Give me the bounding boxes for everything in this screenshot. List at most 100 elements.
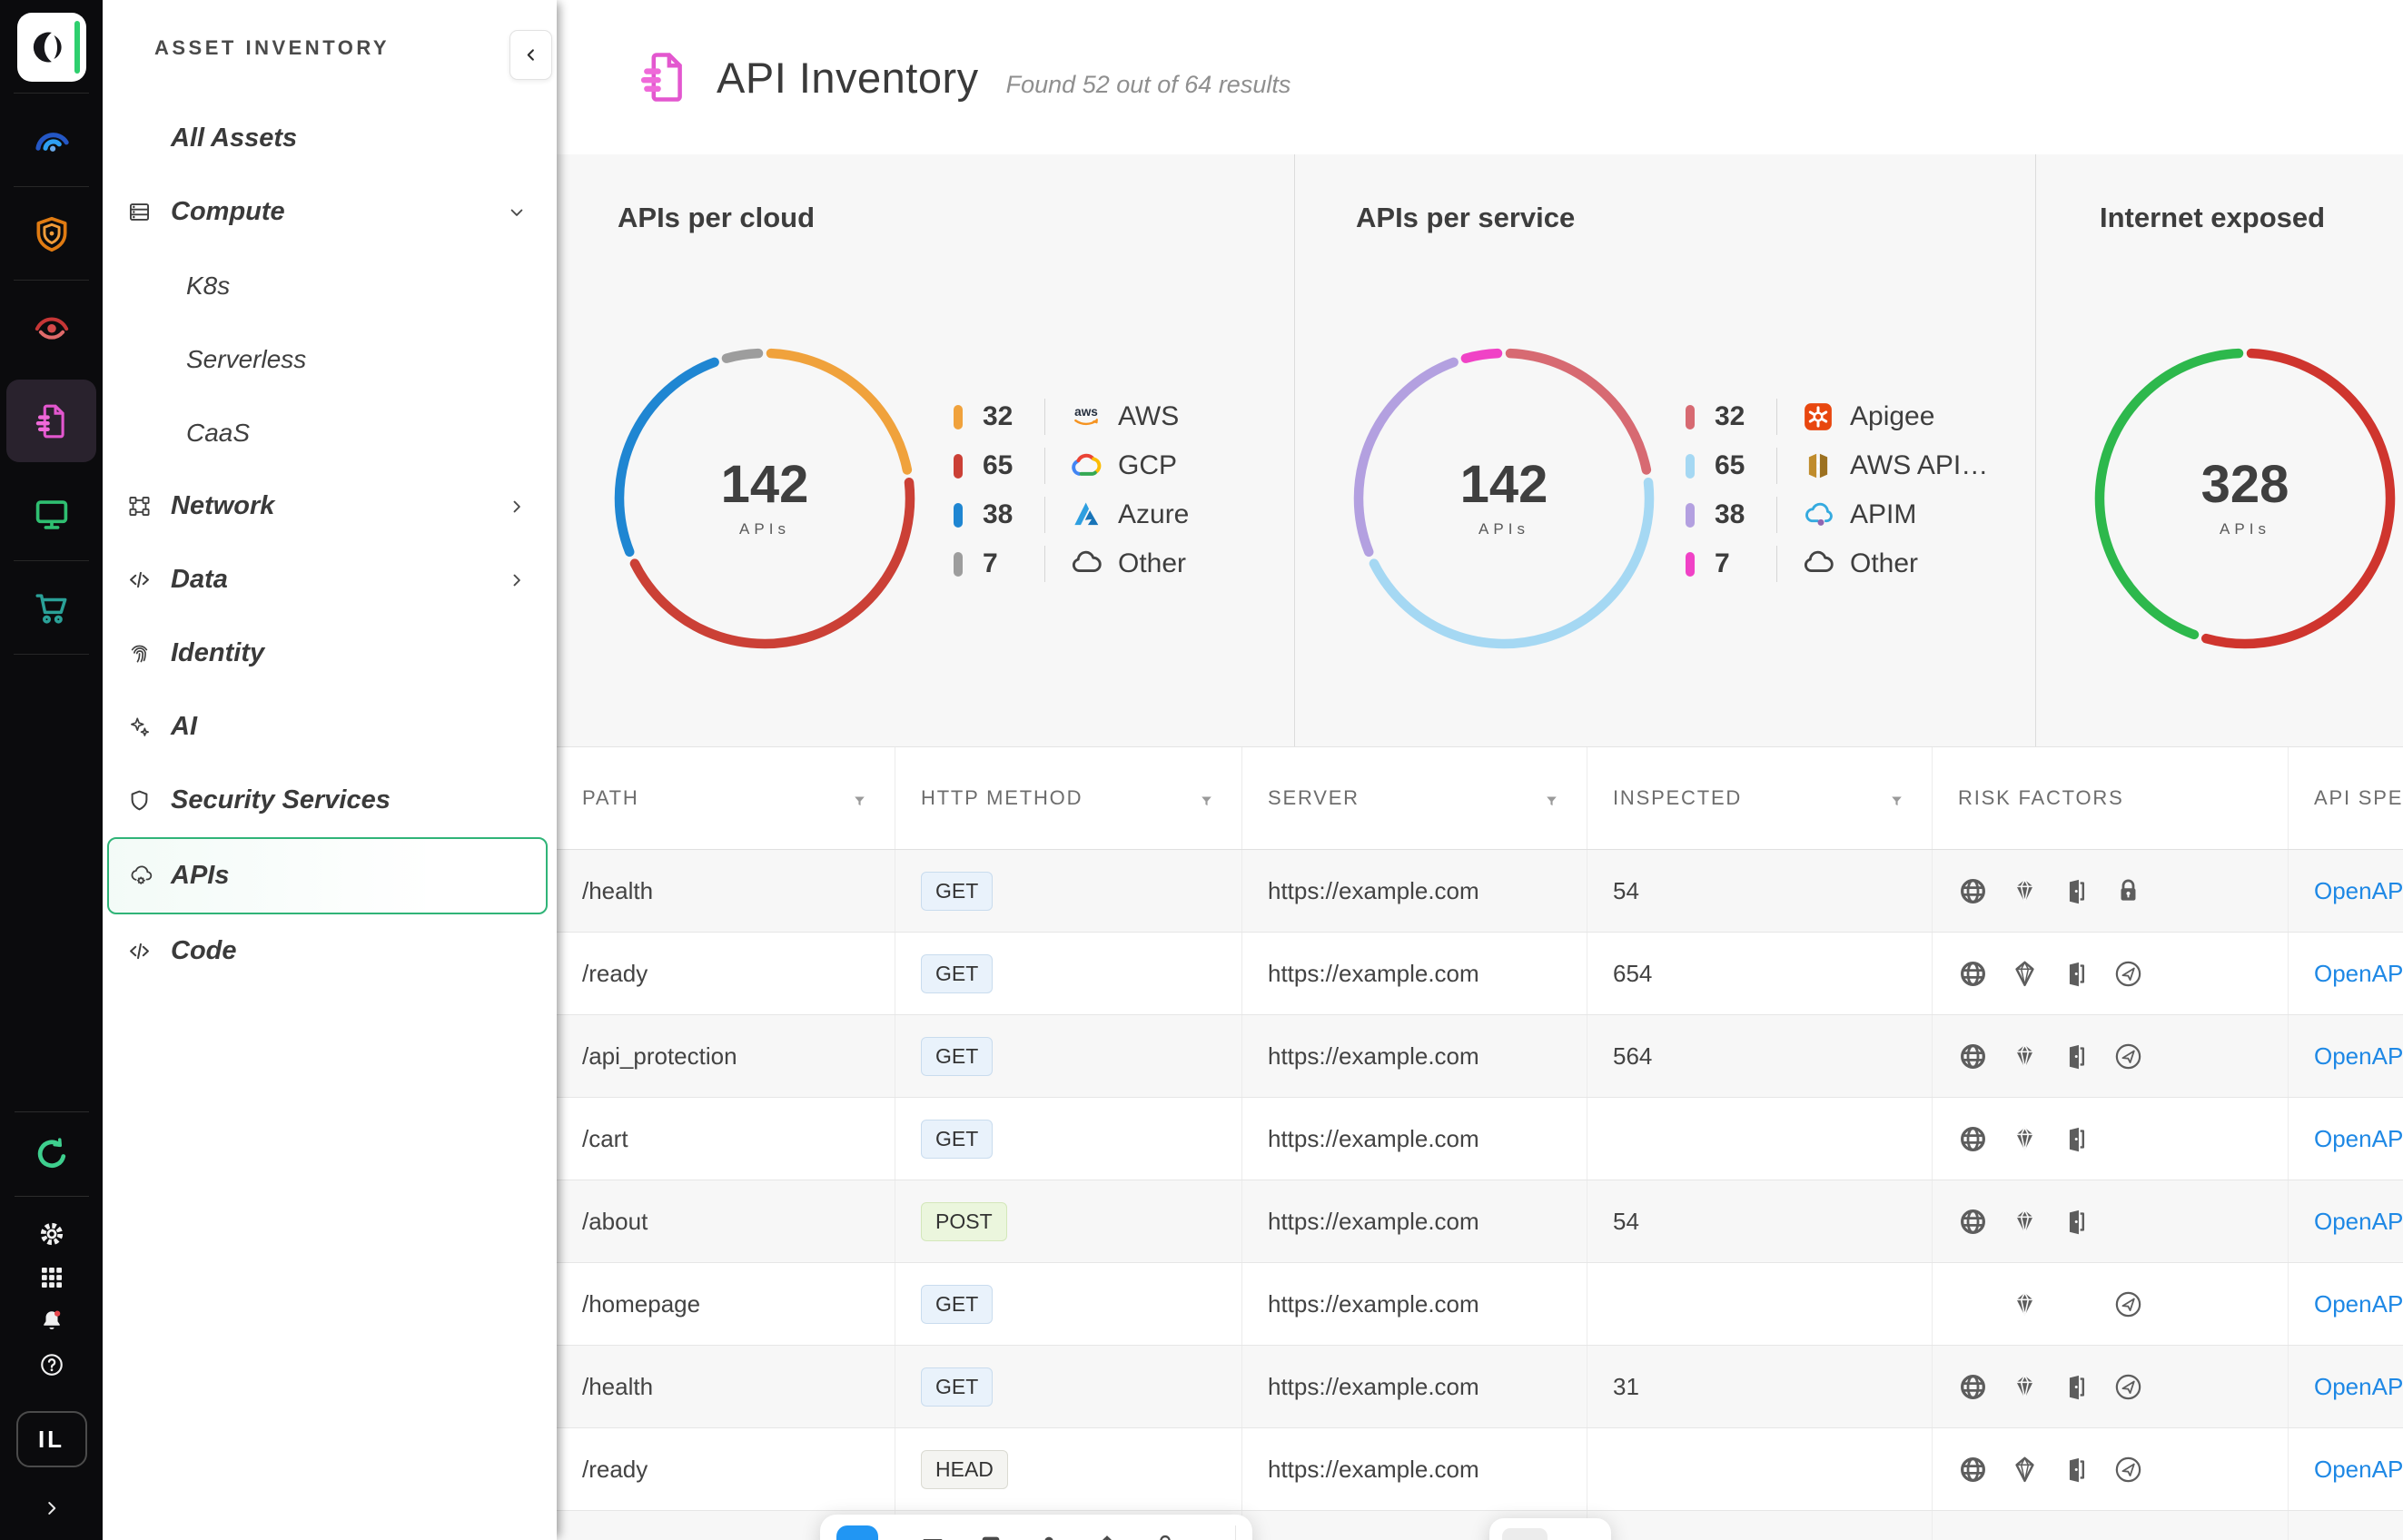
openapi-link[interactable]: OpenAPI — [2314, 1456, 2403, 1484]
sidebar-item-compute[interactable]: Compute — [103, 175, 557, 249]
gem-icon — [2010, 1207, 2040, 1237]
inspected-cell: 54 — [1613, 1208, 1639, 1236]
table-row[interactable]: /cart GET https://example.com OpenAPI — [557, 1098, 2403, 1180]
sparkle-icon — [127, 715, 171, 740]
gem-icon — [2010, 876, 2040, 906]
icon-gap — [1958, 1289, 1988, 1319]
server-cell: https://example.com — [1268, 1373, 1479, 1401]
sidebar-item-data[interactable]: Data — [103, 543, 557, 617]
risk-factors-cell — [1933, 1098, 2289, 1180]
user-avatar[interactable]: IL — [16, 1411, 87, 1467]
sidebar-item-apis[interactable]: APIs — [107, 837, 548, 914]
method-badge: GET — [921, 1285, 993, 1324]
chart-title: APIs per service — [1356, 202, 1575, 234]
icon-gap — [2062, 1289, 2092, 1319]
inspected-cell: 564 — [1613, 1042, 1652, 1071]
risk-factors-cell — [1933, 1428, 2289, 1510]
column-header-path[interactable]: PATH — [557, 747, 895, 849]
results-count: Found 52 out of 64 results — [1006, 71, 1291, 99]
filter-icon[interactable] — [852, 791, 867, 806]
code-icon — [127, 568, 171, 593]
sidebar-item-all-assets[interactable]: All Assets — [103, 102, 557, 175]
menu-icon[interactable] — [920, 1533, 945, 1540]
door-icon — [2062, 876, 2092, 906]
rail-item-sync[interactable] — [33, 1112, 71, 1196]
inspected-cell: 31 — [1613, 1373, 1639, 1401]
sidebar-item-ai[interactable]: AI — [103, 690, 557, 764]
help-icon[interactable] — [38, 1351, 65, 1378]
table-row[interactable]: /homepage GET https://example.com OpenAP… — [557, 1263, 2403, 1346]
door-icon — [2062, 1041, 2092, 1071]
person-icon[interactable] — [1036, 1533, 1062, 1540]
monitor-icon — [32, 495, 72, 535]
lock-icon[interactable] — [1152, 1533, 1178, 1540]
notifications-bell-icon[interactable] — [38, 1308, 65, 1335]
filter-icon[interactable] — [1544, 791, 1559, 806]
path-cell: /health — [582, 1373, 653, 1401]
cart-icon — [32, 588, 72, 628]
table-row[interactable]: /health GET https://example.com 31 OpenA… — [557, 1346, 2403, 1428]
orca-logo — [17, 13, 86, 82]
openapi-link[interactable]: OpenAPI — [2314, 1125, 2403, 1153]
legend-item: 32AWS — [954, 400, 1189, 434]
rail-item-posture[interactable] — [0, 94, 103, 187]
globe-icon — [1958, 1372, 1988, 1402]
plane-icon — [2113, 1289, 2143, 1319]
column-header-server[interactable]: SERVER — [1242, 747, 1587, 849]
sidebar-item-code[interactable]: Code — [103, 914, 557, 988]
rail-item-detection[interactable] — [0, 281, 103, 374]
risk-factors-cell — [1933, 850, 2289, 932]
globe-icon — [1958, 1041, 1988, 1071]
filter-icon[interactable] — [1199, 791, 1214, 806]
sidebar-item-serverless[interactable]: Serverless — [103, 322, 557, 396]
chevron-down-icon — [508, 203, 526, 222]
chart-title: APIs per cloud — [618, 202, 815, 234]
sidebar-item-identity[interactable]: Identity — [103, 617, 557, 690]
openapi-link[interactable]: OpenAPI — [2314, 1208, 2403, 1236]
azure-logo-icon — [1069, 498, 1103, 532]
openapi-link[interactable]: OpenAPI — [2314, 1290, 2403, 1318]
door-icon — [2062, 1124, 2092, 1154]
globe-icon — [1958, 1455, 1988, 1485]
table-row[interactable]: /about POST https://example.com 54 OpenA… — [557, 1180, 2403, 1263]
sidebar-item-k8s[interactable]: K8s — [103, 249, 557, 322]
shield-icon — [32, 214, 72, 254]
rail-item-api-security[interactable] — [0, 374, 103, 468]
rail-item-shield[interactable] — [0, 187, 103, 281]
table-header: PATH HTTP METHOD SERVER INSPECTED RISK F… — [557, 747, 2403, 850]
filter-icon[interactable] — [1889, 791, 1904, 806]
sidebar-item-caas[interactable]: CaaS — [103, 396, 557, 469]
column-header-http-method[interactable]: HTTP METHOD — [895, 747, 1242, 849]
openapi-link[interactable]: OpenAPI — [2314, 960, 2403, 988]
table-icon[interactable] — [978, 1533, 1004, 1540]
server-cell: https://example.com — [1268, 877, 1479, 905]
sidebar-item-security-services[interactable]: Security Services — [103, 764, 557, 837]
gear-icon[interactable] — [38, 1220, 65, 1248]
apps-grid-icon[interactable] — [38, 1264, 65, 1291]
rail-item-workloads[interactable] — [0, 468, 103, 561]
table-row[interactable]: /ready GET https://example.com 654 OpenA… — [557, 933, 2403, 1015]
app-rail: IL — [0, 0, 103, 1540]
rail-item-shift-left[interactable] — [0, 561, 103, 655]
chart-legend: 32AWS 65GCP 38Azure 7Other — [954, 400, 1189, 581]
share-icon[interactable] — [1094, 1533, 1120, 1540]
table-row[interactable]: /ready HEAD https://example.com OpenAPI — [557, 1428, 2403, 1511]
api-document-icon — [32, 401, 72, 441]
openapi-link[interactable]: OpenAPI — [2314, 1042, 2403, 1071]
primary-action-button[interactable] — [836, 1525, 878, 1540]
openapi-link[interactable]: OpenAPI — [2314, 877, 2403, 905]
secondary-action-button[interactable] — [1502, 1528, 1548, 1540]
divider — [15, 1196, 89, 1197]
table-row[interactable]: /health GET https://example.com 54 OpenA… — [557, 850, 2403, 933]
expand-chevron-icon[interactable] — [42, 1482, 62, 1518]
risk-factors-cell — [1933, 1263, 2289, 1345]
gem-icon — [2010, 1041, 2040, 1071]
table-row[interactable]: /api_protection GET https://example.com … — [557, 1015, 2403, 1098]
sidebar-collapse-button[interactable] — [509, 30, 552, 80]
openapi-link[interactable]: OpenAPI — [2314, 1373, 2403, 1401]
globe-icon — [1958, 1207, 1988, 1237]
rail-logo[interactable] — [0, 0, 103, 94]
sidebar-title: ASSET INVENTORY — [154, 36, 557, 60]
sidebar-item-network[interactable]: Network — [103, 469, 557, 543]
column-header-inspected[interactable]: INSPECTED — [1587, 747, 1933, 849]
